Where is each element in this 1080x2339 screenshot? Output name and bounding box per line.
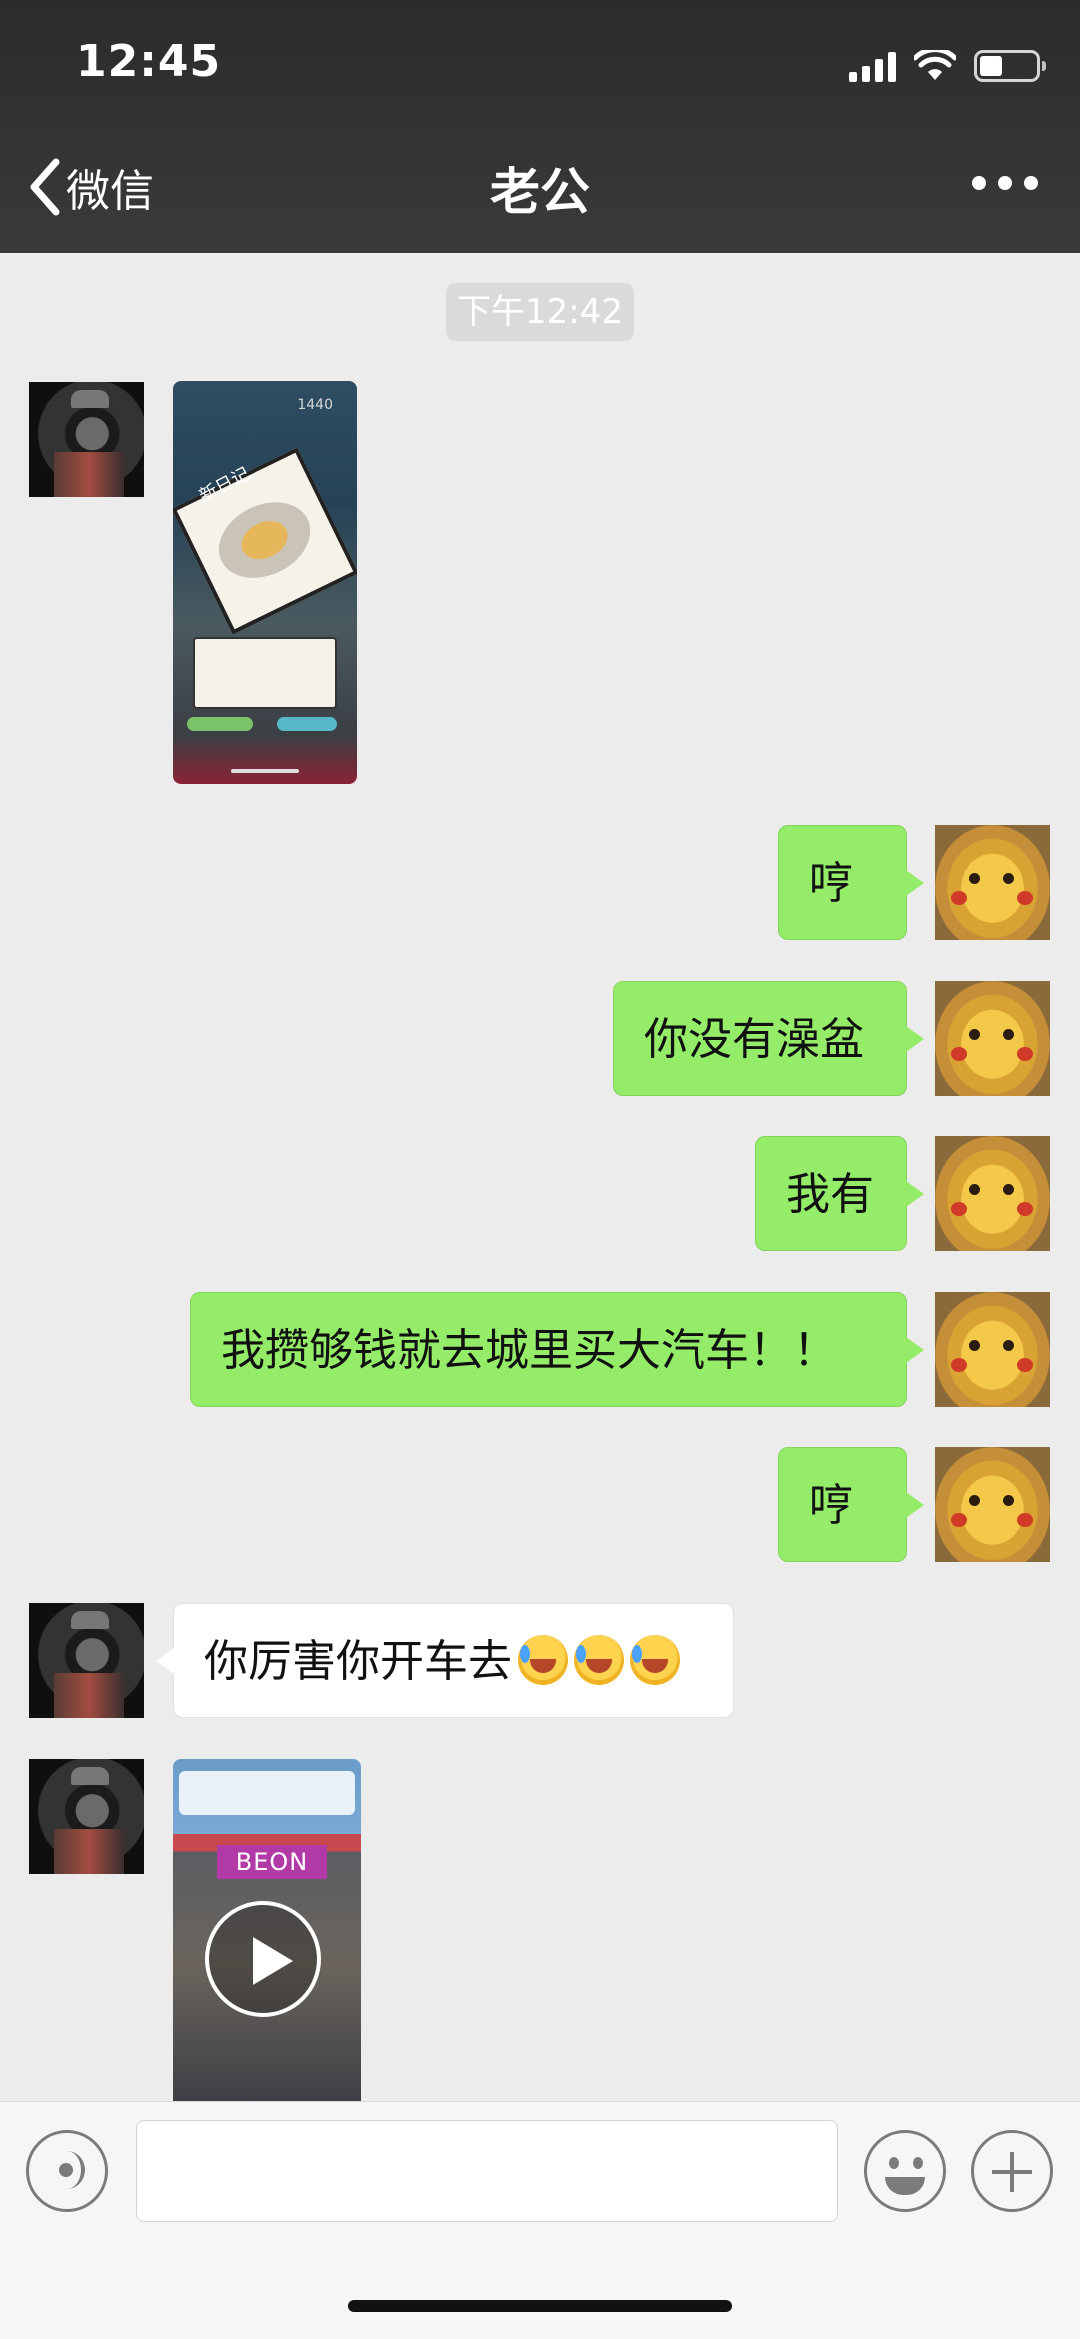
- chat-area[interactable]: 下午12:42 1440 新日记 哼 你没有澡盆 我有 我攒够钱就去城里买大汽车…: [0, 253, 1080, 2101]
- wifi-icon: [914, 50, 956, 80]
- play-icon[interactable]: [205, 1901, 321, 2017]
- message-bubble-mine[interactable]: 我有: [755, 1136, 924, 1251]
- game-score: 1440: [297, 397, 333, 413]
- emoji-icon[interactable]: [864, 2130, 946, 2212]
- battery-icon: [974, 50, 1046, 82]
- cellular-signal-icon: [849, 50, 896, 82]
- my-avatar[interactable]: [935, 825, 1050, 940]
- my-avatar[interactable]: [935, 1292, 1050, 1407]
- home-indicator-preview: [231, 769, 299, 773]
- message-bubble-mine[interactable]: 哼: [778, 1447, 924, 1562]
- more-icon[interactable]: [972, 176, 1038, 190]
- plus-icon[interactable]: [971, 2130, 1053, 2212]
- game-button-share: [277, 717, 337, 731]
- home-indicator[interactable]: [348, 2300, 732, 2312]
- header: 12:45 微信 老公: [0, 0, 1080, 253]
- game-dialog: [193, 637, 337, 709]
- crying-laughing-emoji: [630, 1635, 680, 1685]
- message-bubble-mine[interactable]: 你没有澡盆: [613, 981, 924, 1096]
- my-avatar[interactable]: [935, 981, 1050, 1096]
- notification-preview: [179, 1771, 355, 1815]
- message-bubble-mine[interactable]: 我攒够钱就去城里买大汽车！！: [190, 1292, 924, 1407]
- contact-avatar[interactable]: [29, 1759, 144, 1874]
- game-button-continue: [187, 717, 253, 731]
- contact-avatar[interactable]: [29, 382, 144, 497]
- contact-avatar[interactable]: [29, 1603, 144, 1718]
- message-input[interactable]: [136, 2120, 838, 2222]
- shop-sign: BEON: [217, 1845, 327, 1879]
- voice-icon[interactable]: [26, 2130, 108, 2212]
- my-avatar[interactable]: [935, 1136, 1050, 1251]
- message-timestamp: 下午12:42: [446, 283, 634, 341]
- message-bubble-mine[interactable]: 哼: [778, 825, 924, 940]
- crying-laughing-emoji: [574, 1635, 624, 1685]
- message-text: 你厉害你开车去: [204, 1636, 512, 1687]
- status-icons: [849, 46, 1046, 86]
- diary-card: [173, 447, 357, 635]
- status-time: 12:45: [76, 36, 222, 87]
- image-message[interactable]: 1440 新日记: [173, 381, 357, 784]
- chat-title: 老公: [490, 163, 590, 221]
- crying-laughing-emoji: [518, 1635, 568, 1685]
- video-message[interactable]: BEON: [173, 1759, 361, 2101]
- my-avatar[interactable]: [935, 1447, 1050, 1562]
- message-bubble-theirs[interactable]: 你厉害你开车去: [156, 1603, 734, 1718]
